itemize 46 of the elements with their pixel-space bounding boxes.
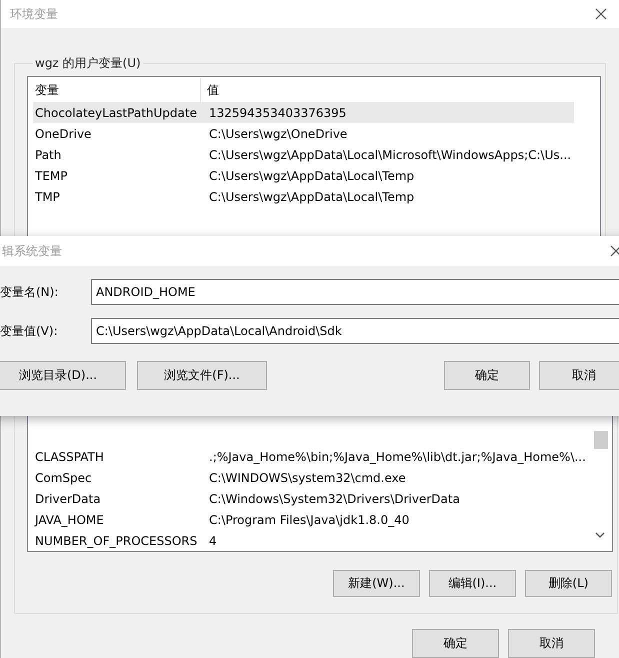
field-label: 变量名(N):: [0, 284, 60, 300]
list-row[interactable]: Path C:\Users\wgz\AppData\Local\Microsoft\WindowsApps;C:\Us...: [33, 144, 574, 165]
table-cell-text: 132594353403376395: [208, 106, 346, 120]
table-cell-text: NUMBER_OF_PROCESSORS: [34, 534, 198, 548]
table-cell-text: C:\WINDOWS\system32\cmd.exe: [208, 470, 406, 484]
close-icon[interactable]: [595, 8, 607, 20]
list-row[interactable]: TMP C:\Users\wgz\AppData\Local\Temp: [33, 186, 574, 207]
dialog-button[interactable]: 浏览目录(D)...: [0, 361, 126, 390]
table-cell-text: DriverData: [34, 492, 102, 506]
table-cell-text: TEMP: [34, 168, 69, 182]
dialog-button[interactable]: 编辑(I)...: [428, 570, 516, 597]
table-cell-text: ChocolateyLastPathUpdate: [34, 106, 198, 120]
list-row[interactable]: ChocolateyLastPathUpdate 132594353403376395: [33, 102, 574, 123]
dialog-button[interactable]: 新建(W)...: [332, 570, 420, 597]
chevron-down-icon[interactable]: [594, 532, 605, 539]
dialog-button[interactable]: 确定: [412, 629, 499, 658]
table-cell-text: C:\Program Files\Java\jdk1.8.0_40: [208, 512, 410, 526]
input-field[interactable]: ANDROID_HOME: [91, 279, 619, 305]
column-header[interactable]: 值: [201, 78, 574, 102]
table-cell-text: C:\Users\wgz\AppData\Local\Temp: [208, 190, 414, 204]
table-cell-text: CLASSPATH: [34, 450, 105, 464]
window-title: 辑系统变量: [2, 242, 62, 260]
close-icon[interactable]: [610, 245, 619, 257]
group-label: wgz 的用户变量(U): [34, 55, 142, 72]
input-field[interactable]: C:\Users\wgz\AppData\Local\Android\Sdk: [91, 318, 619, 344]
table-cell-text: C:\Windows\System32\Drivers\DriverData: [208, 492, 460, 506]
dialog-button[interactable]: 浏览文件(F)...: [137, 361, 267, 390]
table-cell-text: C:\Users\wgz\OneDrive: [208, 126, 348, 140]
table-cell-text: 4: [208, 534, 217, 548]
table-cell-text: C:\Users\wgz\AppData\Local\Microsoft\WindowsApps;C:\Us...: [208, 148, 572, 162]
dialog-button[interactable]: 取消: [539, 361, 619, 390]
table-cell-text: JAVA_HOME: [33, 512, 105, 526]
list-row[interactable]: TEMP C:\Users\wgz\AppData\Local\Temp: [33, 165, 574, 186]
table-cell-text: Path: [34, 148, 62, 162]
table-cell-text: OneDrive: [34, 126, 92, 140]
field-label: 变量值(V):: [0, 322, 59, 340]
list-row[interactable]: OneDrive C:\Users\wgz\OneDrive: [33, 123, 574, 144]
dialog-button[interactable]: 删除(L): [524, 570, 612, 597]
table-cell-text: .;%Java_Home%\bin;%Java_Home%\lib\dt.jar;%Java_Home%\...: [208, 450, 586, 464]
table-cell-text: ComSpec: [34, 470, 93, 484]
window-title: 环境变量: [10, 6, 58, 22]
dialog-button[interactable]: 确定: [444, 361, 530, 390]
dialog-button[interactable]: 取消: [508, 629, 595, 658]
table-cell-text: TMP: [34, 190, 61, 204]
scrollbar-thumb[interactable]: [594, 431, 608, 449]
table-cell-text: C:\Users\wgz\AppData\Local\Temp: [208, 168, 414, 182]
